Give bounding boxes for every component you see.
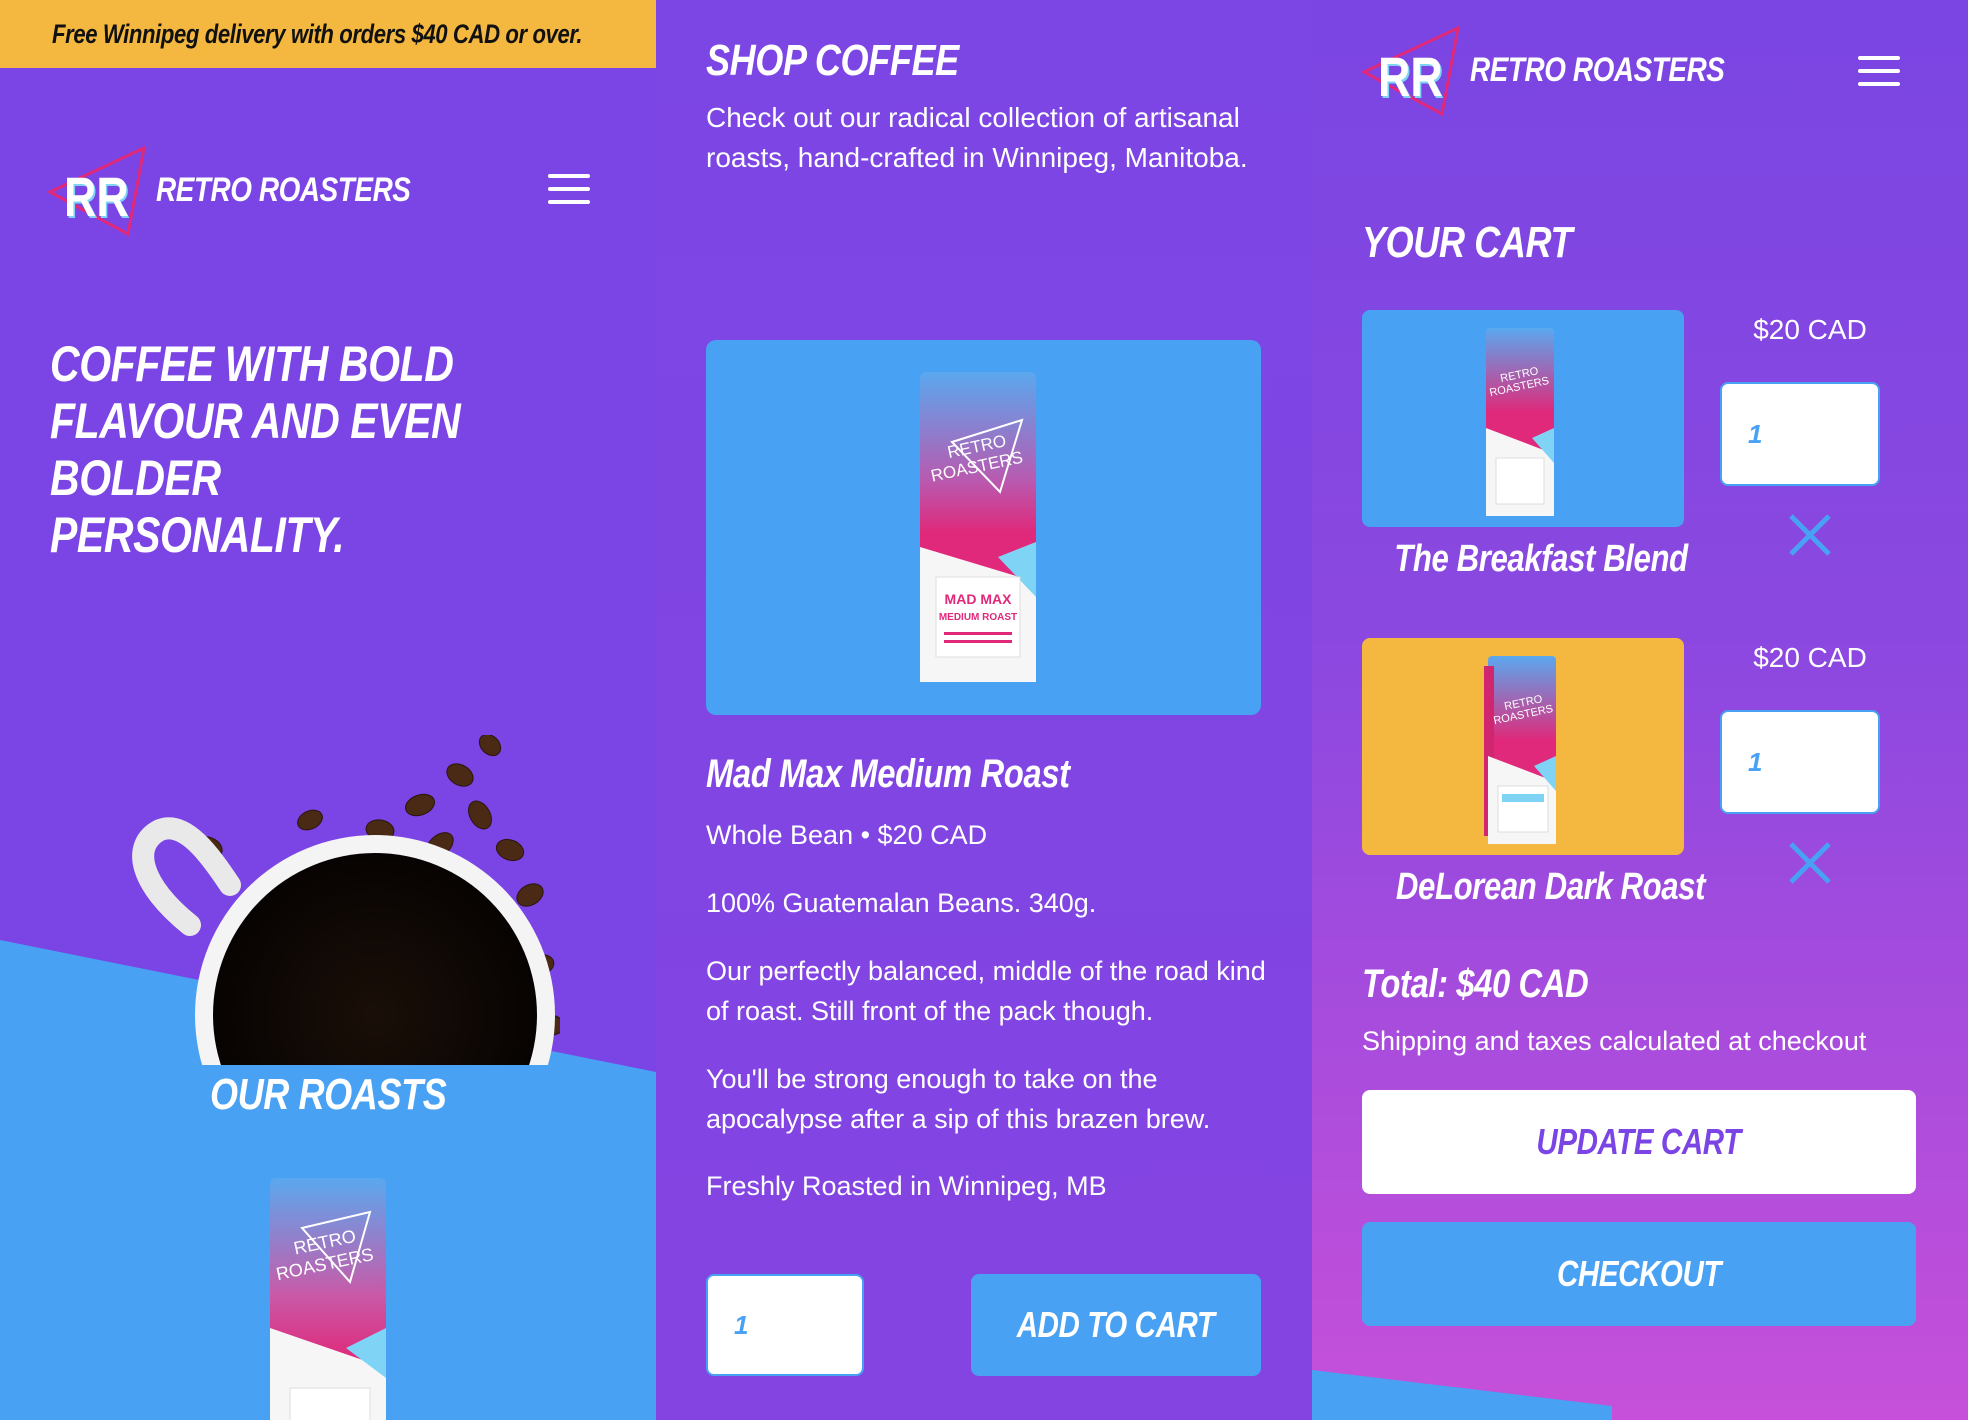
product-blurb-2: You'll be strong enough to take on the a… (706, 1064, 1211, 1134)
product-blurb-1: Our perfectly balanced, middle of the ro… (706, 956, 1266, 1026)
update-cart-button[interactable]: UPDATE CART (1362, 1090, 1916, 1194)
add-to-cart-button[interactable]: ADD TO CART (971, 1274, 1261, 1376)
brand-name: RETRO ROASTERS (156, 170, 411, 209)
cart-item-quantity-input[interactable]: 1 (1720, 382, 1880, 486)
our-roasts-heading: OUR ROASTS (209, 1070, 447, 1119)
promo-banner: Free Winnipeg delivery with orders $40 C… (0, 0, 656, 68)
cart-panel: RR RR RETRO ROASTERS YOUR CART RETRO ROA… (1312, 0, 1968, 1420)
hamburger-menu-icon[interactable] (548, 174, 590, 204)
rr-logo-icon: RR RR (1362, 25, 1461, 117)
shop-panel: SHOP COFFEE Check out our radical collec… (656, 0, 1312, 1420)
hero-line: FLAVOUR AND EVEN (50, 393, 461, 449)
cart-item-price: $20 CAD (1753, 642, 1867, 673)
shipping-note: Shipping and taxes calculated at checkou… (1362, 1026, 1867, 1056)
coffee-cup-image (132, 735, 560, 1065)
brand-logo[interactable]: RR RR RETRO ROASTERS (1362, 22, 1780, 118)
coffee-bag-image: RETRO ROASTERS (270, 1178, 386, 1420)
svg-text:MAD MAX: MAD MAX (945, 591, 1013, 607)
hero-line: COFFEE WITH BOLD (50, 336, 454, 392)
cart-item-price: $20 CAD (1753, 314, 1867, 345)
cart-item-name[interactable]: The Breakfast Blend (1362, 538, 1688, 581)
product-origin: 100% Guatemalan Beans. 340g. (706, 888, 1097, 918)
close-x-icon[interactable] (1779, 832, 1841, 894)
page-title: SHOP COFFEE (706, 36, 959, 85)
cart-total: Total: $40 CAD (1362, 962, 1589, 1006)
svg-text:RR: RR (64, 165, 129, 228)
delorean-bag-image: RETRO ROASTERS (1484, 656, 1556, 844)
close-x-icon[interactable] (1779, 504, 1841, 566)
cart-item-image[interactable]: RETRO ROASTERS (1362, 638, 1684, 855)
rr-logo-icon: RR RR (48, 145, 147, 237)
hero-heading: COFFEE WITH BOLD FLAVOUR AND EVEN BOLDER… (50, 336, 570, 564)
svg-text:RR: RR (1378, 45, 1443, 108)
cart-title: YOUR CART (1362, 218, 1573, 267)
brand-name: RETRO ROASTERS (1470, 50, 1725, 89)
cart-item-quantity-input[interactable]: 1 (1720, 710, 1880, 814)
hero-line: PERSONALITY. (50, 507, 345, 563)
product-roasted: Freshly Roasted in Winnipeg, MB (706, 1171, 1107, 1201)
shop-description: Check out our radical collection of arti… (706, 102, 1248, 173)
checkout-button[interactable]: CHECKOUT (1362, 1222, 1916, 1326)
hero-line: BOLDER (50, 450, 221, 506)
product-name: Mad Max Medium Roast (706, 752, 1070, 796)
hamburger-menu-icon[interactable] (1858, 56, 1900, 86)
product-image-card[interactable]: RETRO ROASTERS MAD MAX MEDIUM ROAST (706, 340, 1261, 715)
quantity-input[interactable]: 1 (706, 1274, 864, 1376)
cart-item-image[interactable]: RETRO ROASTERS (1362, 310, 1684, 527)
brand-logo[interactable]: RR RR RETRO ROASTERS (48, 142, 466, 238)
promo-text: Free Winnipeg delivery with orders $40 C… (52, 18, 583, 49)
breakfast-blend-bag-image: RETRO ROASTERS (1486, 328, 1554, 516)
product-bag-image: RETRO ROASTERS MAD MAX MEDIUM ROAST (920, 372, 1036, 682)
cart-item-name[interactable]: DeLorean Dark Roast (1362, 866, 1706, 909)
home-panel: Free Winnipeg delivery with orders $40 C… (0, 0, 656, 1420)
blue-diagonal-band (1312, 1370, 1612, 1420)
product-meta: Whole Bean • $20 CAD (706, 820, 988, 850)
svg-text:MEDIUM ROAST: MEDIUM ROAST (939, 612, 1017, 623)
